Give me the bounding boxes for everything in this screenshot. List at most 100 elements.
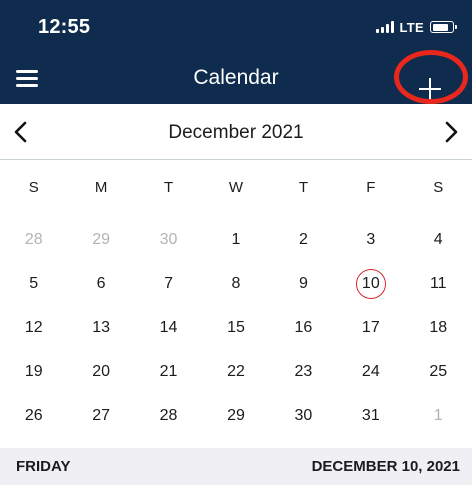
day-cell[interactable]: 26 xyxy=(0,394,67,438)
day-cell[interactable]: 28 xyxy=(135,394,202,438)
day-number: 22 xyxy=(227,363,245,380)
signal-icon xyxy=(375,21,394,33)
selected-date-bar: FRIDAY DECEMBER 10, 2021 xyxy=(0,448,472,485)
day-number: 23 xyxy=(294,363,313,380)
day-number: 15 xyxy=(227,319,245,336)
day-number: 29 xyxy=(92,231,111,248)
day-cell[interactable]: 29 xyxy=(67,218,134,262)
day-number: 6 xyxy=(96,275,106,292)
weekday-label: S xyxy=(28,179,39,196)
day-cell[interactable]: 1 xyxy=(405,394,472,438)
day-cell[interactable]: 3 xyxy=(337,218,404,262)
day-number: 31 xyxy=(361,407,380,424)
add-event-button[interactable] xyxy=(392,54,472,106)
day-number: 8 xyxy=(231,275,241,292)
day-cell[interactable]: 29 xyxy=(202,394,269,438)
day-number: 4 xyxy=(433,231,443,248)
day-number: 19 xyxy=(24,363,43,380)
day-cell[interactable]: 9 xyxy=(270,262,337,306)
hamburger-menu-icon[interactable] xyxy=(16,68,40,88)
day-cell[interactable]: 31 xyxy=(337,394,404,438)
day-number: 13 xyxy=(92,319,111,336)
day-number: 9 xyxy=(298,275,308,292)
week-row: 19 20 21 22 23 24 25 xyxy=(0,350,472,394)
day-number: 28 xyxy=(24,231,43,248)
app-header: 12:55 LTE Calendar xyxy=(0,0,472,104)
day-cell[interactable]: 12 xyxy=(0,306,67,350)
battery-fill xyxy=(432,23,448,31)
day-number: 24 xyxy=(361,363,380,380)
day-cell[interactable]: 16 xyxy=(270,306,337,350)
day-cell[interactable]: 11 xyxy=(405,262,472,306)
day-number: 11 xyxy=(429,275,447,292)
day-cell[interactable]: 18 xyxy=(405,306,472,350)
selected-date-label: DECEMBER 10, 2021 xyxy=(311,458,460,475)
status-bar: 12:55 LTE xyxy=(0,0,472,52)
day-number: 27 xyxy=(92,407,111,424)
day-cell[interactable]: 15 xyxy=(202,306,269,350)
day-number: 30 xyxy=(159,231,178,248)
week-row: 5 6 7 8 9 10 11 xyxy=(0,262,472,306)
day-number: 1 xyxy=(433,407,443,424)
nav-bar: Calendar xyxy=(0,52,472,104)
day-number: 10 xyxy=(361,275,380,292)
weekday-label: W xyxy=(228,179,244,196)
day-cell[interactable]: 28 xyxy=(0,218,67,262)
prev-month-button[interactable] xyxy=(12,121,30,143)
day-cell[interactable]: 17 xyxy=(337,306,404,350)
network-type: LTE xyxy=(399,19,424,35)
day-cell[interactable]: 30 xyxy=(270,394,337,438)
day-number: 18 xyxy=(429,319,448,336)
week-row: 28 29 30 1 2 3 4 xyxy=(0,218,472,262)
day-cell[interactable]: 19 xyxy=(0,350,67,394)
day-number: 20 xyxy=(92,363,111,380)
day-number: 2 xyxy=(298,231,308,248)
day-number: 17 xyxy=(361,319,380,336)
day-number: 26 xyxy=(24,407,43,424)
day-cell[interactable]: 13 xyxy=(67,306,134,350)
day-cell[interactable]: 24 xyxy=(337,350,404,394)
day-number: 5 xyxy=(29,275,39,292)
day-number: 28 xyxy=(159,407,178,424)
weekday-label: S xyxy=(433,179,444,196)
weekday-label: F xyxy=(366,179,376,196)
day-cell[interactable]: 30 xyxy=(135,218,202,262)
day-cell[interactable]: 7 xyxy=(135,262,202,306)
day-cell[interactable]: 6 xyxy=(67,262,134,306)
battery-tip xyxy=(455,25,457,29)
status-time: 12:55 xyxy=(38,16,91,38)
day-cell[interactable]: 2 xyxy=(270,218,337,262)
weekday-label: T xyxy=(298,179,308,196)
day-cell[interactable]: 23 xyxy=(270,350,337,394)
day-cell[interactable]: 8 xyxy=(202,262,269,306)
day-number: 1 xyxy=(231,231,241,248)
day-cell[interactable]: 5 xyxy=(0,262,67,306)
selected-day-label: FRIDAY xyxy=(16,458,71,475)
day-number: 3 xyxy=(366,231,376,248)
week-row: 12 13 14 15 16 17 18 xyxy=(0,306,472,350)
day-cell[interactable]: 21 xyxy=(135,350,202,394)
day-number: 12 xyxy=(24,319,43,336)
day-number: 29 xyxy=(227,407,245,424)
month-selector: December 2021 xyxy=(0,104,472,160)
next-month-button[interactable] xyxy=(442,121,460,143)
day-number: 14 xyxy=(159,319,178,336)
month-title: December 2021 xyxy=(168,122,304,143)
weekday-header: SMTWTFS xyxy=(0,162,472,214)
day-number: 25 xyxy=(429,363,448,380)
day-cell[interactable]: 22 xyxy=(202,350,269,394)
weekday-label: T xyxy=(163,179,174,196)
status-indicators: LTE xyxy=(375,19,457,35)
day-cell[interactable]: 27 xyxy=(67,394,134,438)
plus-icon xyxy=(419,78,441,100)
day-cell-selected[interactable]: 10 xyxy=(337,262,404,306)
day-number: 7 xyxy=(164,275,173,292)
day-cell[interactable]: 20 xyxy=(67,350,134,394)
day-cell[interactable]: 4 xyxy=(405,218,472,262)
chevron-right-icon xyxy=(445,121,458,143)
day-cell[interactable]: 25 xyxy=(405,350,472,394)
weekday-label: M xyxy=(94,179,108,196)
day-cell[interactable]: 1 xyxy=(202,218,269,262)
day-cell[interactable]: 14 xyxy=(135,306,202,350)
day-number: 21 xyxy=(159,363,178,380)
